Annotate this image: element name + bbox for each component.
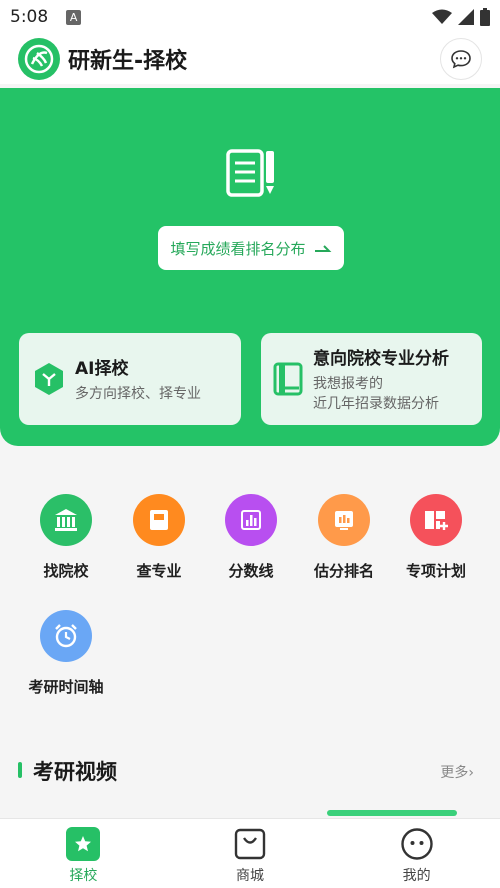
video-carousel-peek[interactable] <box>327 810 457 816</box>
ai-card-subtitle: 多方向择校、择专业 <box>75 386 201 402</box>
func-find-school[interactable]: 找院校 <box>21 494 111 581</box>
major-analysis-card[interactable]: 意向院校专业分析 我想报考的 近几年招录数据分析 <box>261 333 482 425</box>
leaf-logo-icon <box>24 44 54 74</box>
alarm-clock-icon <box>55 624 77 648</box>
fill-scores-button[interactable]: 填写成绩看排名分布 <box>158 226 344 270</box>
plan-book-icon <box>425 511 448 530</box>
fill-scores-label: 填写成绩看排名分布 <box>170 239 306 258</box>
status-time: 5:08 <box>10 7 49 27</box>
func-score-line[interactable]: 分数线 <box>206 494 296 581</box>
bar-chart-icon <box>241 510 261 530</box>
battery-icon <box>480 8 490 26</box>
ai-select-card[interactable]: AI择校 多方向择校、择专业 <box>19 333 241 425</box>
book-icon <box>150 510 168 530</box>
notebook-icon <box>273 362 303 396</box>
func-estimate-rank[interactable]: 估分排名 <box>299 494 389 581</box>
message-button[interactable] <box>440 38 482 80</box>
analysis-card-subtitle-1: 我想报考的 <box>313 376 383 392</box>
func-timeline[interactable]: 考研时间轴 <box>21 610 111 697</box>
section-accent-bar <box>18 762 22 778</box>
func-check-major-label: 查专业 <box>136 562 182 580</box>
app-logo <box>18 38 60 80</box>
form-document-icon <box>226 149 274 197</box>
signal-icon <box>458 9 474 25</box>
tab-mall[interactable]: 商城 <box>167 819 334 888</box>
app-header: 研新生-择校 <box>0 34 500 84</box>
func-check-major-circle <box>133 494 185 546</box>
notification-icon: A <box>66 9 82 25</box>
func-score-line-label: 分数线 <box>228 562 274 580</box>
shopping-bag-icon <box>234 828 266 860</box>
func-timeline-circle <box>40 610 92 662</box>
func-special-plan[interactable]: 专项计划 <box>391 494 481 581</box>
tab-select-school[interactable]: 择校 <box>0 819 167 888</box>
tab-mine-label: 我的 <box>402 868 431 884</box>
arrow-right-icon <box>314 245 331 252</box>
func-special-plan-label: 专项计划 <box>405 562 466 580</box>
ai-card-title: AI择校 <box>75 359 129 379</box>
hero-panel: 填写成绩看排名分布 AI择校 多方向择校、择专业 意向院校专业分析 我想报考的 … <box>0 88 500 446</box>
building-icon <box>55 509 77 531</box>
func-score-line-circle <box>225 494 277 546</box>
func-special-plan-circle <box>410 494 462 546</box>
analysis-card-subtitle-2: 近几年招录数据分析 <box>313 396 439 412</box>
tab-mine[interactable]: 我的 <box>333 819 500 888</box>
func-timeline-label: 考研时间轴 <box>28 678 104 696</box>
func-find-school-circle <box>40 494 92 546</box>
wifi-icon <box>432 9 452 24</box>
face-icon <box>400 828 433 860</box>
more-link[interactable]: 更多› <box>440 762 474 782</box>
cube-icon <box>35 363 63 395</box>
func-estimate-rank-label: 估分排名 <box>313 562 374 580</box>
star-icon <box>75 836 92 852</box>
video-section-title: 考研视频 <box>33 760 117 784</box>
tab-mall-label: 商城 <box>236 868 264 884</box>
bottom-tab-bar: 择校 商城 我的 <box>0 818 500 888</box>
page-title: 研新生-择校 <box>68 49 188 74</box>
chat-bubble-icon <box>451 50 471 69</box>
status-bar: 5:08 A <box>0 0 500 34</box>
func-find-school-label: 找院校 <box>43 562 89 580</box>
analysis-card-title: 意向院校专业分析 <box>313 349 449 369</box>
func-check-major[interactable]: 查专业 <box>114 494 204 581</box>
tab-select-school-icon-box <box>66 827 101 861</box>
status-indicators <box>432 8 490 26</box>
tab-select-school-label: 择校 <box>69 868 98 884</box>
func-estimate-rank-circle <box>318 494 370 546</box>
report-icon <box>335 511 353 530</box>
